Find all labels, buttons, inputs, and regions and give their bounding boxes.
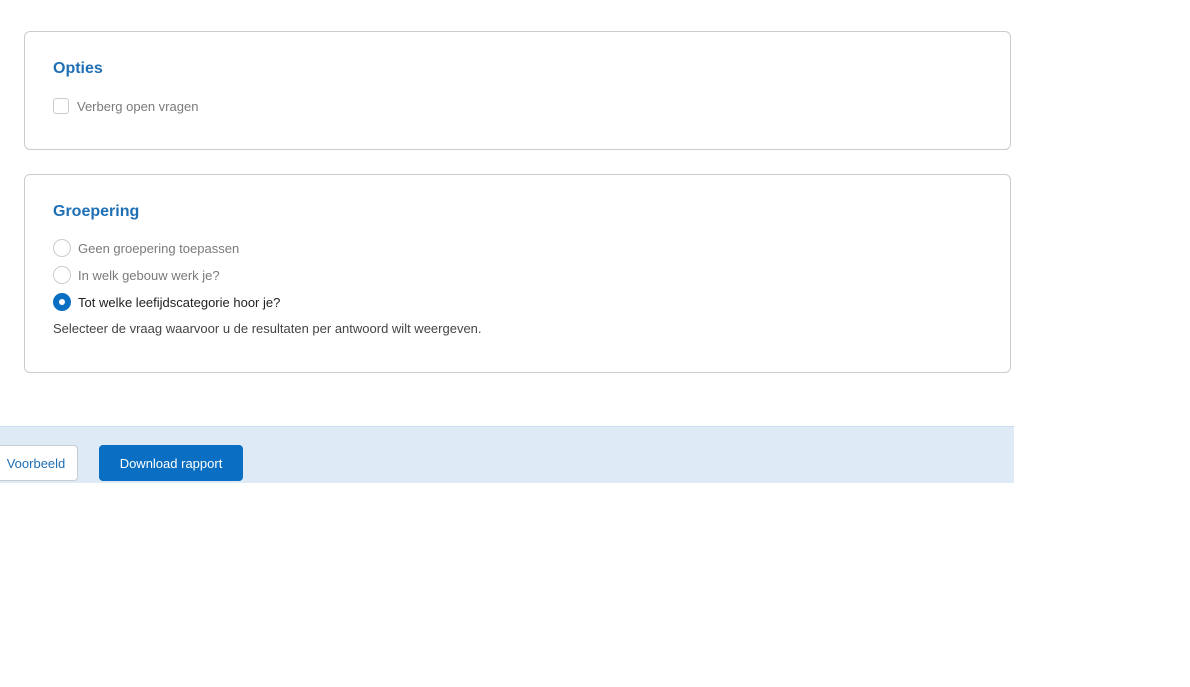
- grouping-option-building[interactable]: In welk gebouw werk je?: [53, 265, 220, 285]
- grouping-helper-text: Selecteer de vraag waarvoor u de resulta…: [53, 321, 482, 336]
- grouping-radio-none[interactable]: [53, 239, 71, 257]
- grouping-card: Groepering Geen groepering toepassen In …: [24, 174, 1011, 373]
- action-footer: Voorbeeld Download rapport: [0, 426, 1014, 483]
- options-card: Opties Verberg open vragen: [24, 31, 1011, 150]
- grouping-option-label: Geen groepering toepassen: [78, 240, 240, 256]
- grouping-radio-building[interactable]: [53, 266, 71, 284]
- grouping-option-age-category[interactable]: Tot welke leefijdscategorie hoor je?: [53, 292, 280, 312]
- grouping-title: Groepering: [53, 203, 140, 220]
- grouping-option-label: In welk gebouw werk je?: [78, 267, 220, 283]
- grouping-option-none[interactable]: Geen groepering toepassen: [53, 238, 239, 258]
- hide-open-questions-label: Verberg open vragen: [77, 98, 199, 114]
- download-report-button[interactable]: Download rapport: [99, 445, 243, 481]
- options-title: Opties: [53, 60, 103, 77]
- grouping-radio-age-category[interactable]: [53, 293, 71, 311]
- report-settings-page: Opties Verberg open vragen Groepering Ge…: [0, 0, 1190, 687]
- hide-open-questions-checkbox[interactable]: [53, 98, 69, 114]
- preview-button[interactable]: Voorbeeld: [0, 445, 78, 481]
- hide-open-questions-option[interactable]: Verberg open vragen: [53, 96, 198, 116]
- grouping-option-label: Tot welke leefijdscategorie hoor je?: [78, 294, 281, 310]
